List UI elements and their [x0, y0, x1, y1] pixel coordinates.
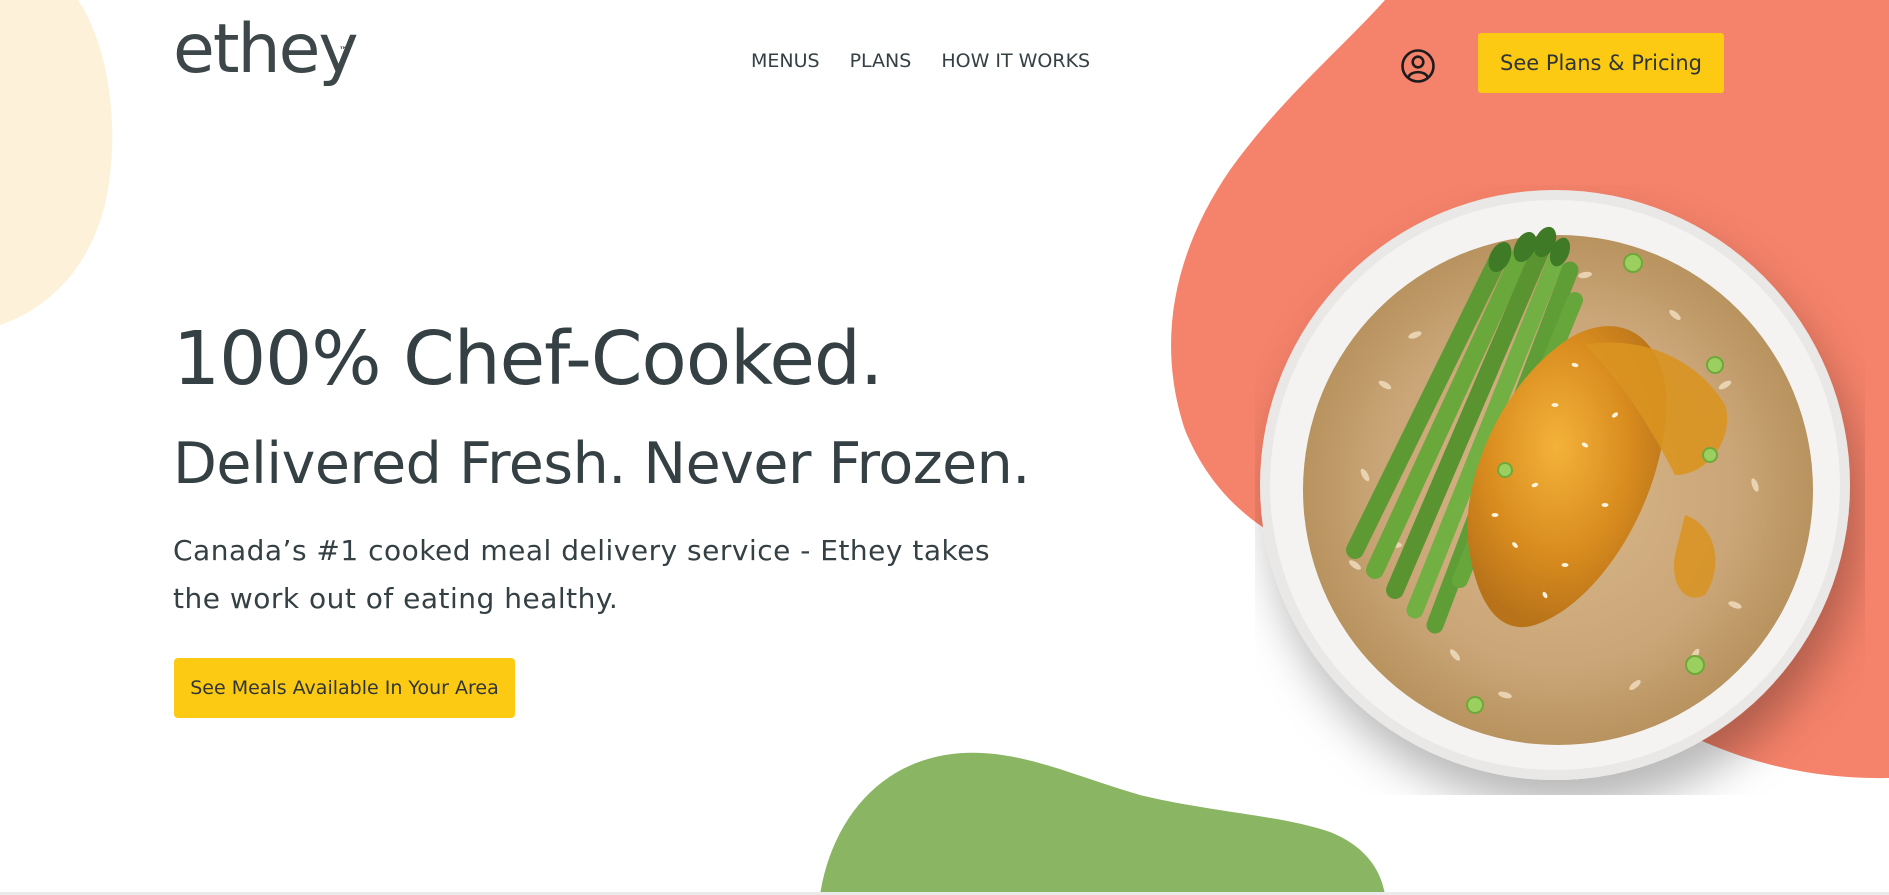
nav-item-menus[interactable]: MENUS	[751, 50, 820, 72]
hero-description: Canada’s #1 cooked meal delivery service…	[173, 534, 991, 615]
see-meals-in-area-button[interactable]: See Meals Available In Your Area	[174, 658, 515, 718]
user-circle-icon[interactable]	[1400, 48, 1436, 84]
nav-item-plans[interactable]: PLANS	[850, 50, 912, 72]
see-plans-pricing-button[interactable]: See Plans & Pricing	[1478, 33, 1724, 93]
nav-item-how-it-works[interactable]: HOW IT WORKS	[941, 50, 1090, 72]
hero-subtitle: Delivered Fresh. Never Frozen.	[173, 431, 1030, 497]
meal-bowl-image	[1260, 190, 1850, 780]
trademark-symbol: ™	[339, 46, 348, 56]
ethey-logo[interactable]: ethey	[173, 16, 359, 84]
cream-blob-decoration	[0, 0, 113, 325]
hero-title: 100% Chef-Cooked.	[173, 316, 883, 402]
main-nav: MENUS PLANS HOW IT WORKS	[751, 50, 1090, 72]
